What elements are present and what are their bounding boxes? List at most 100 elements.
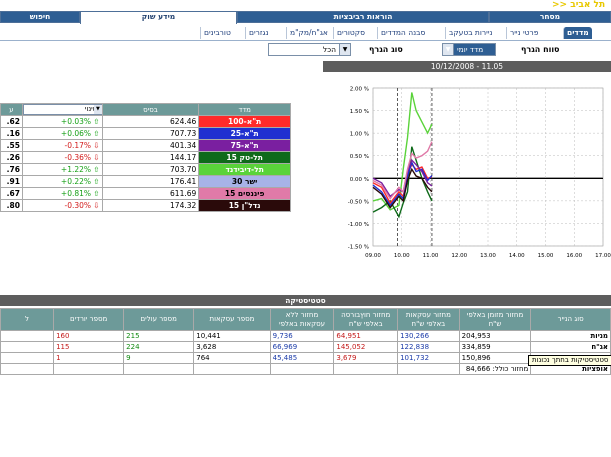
- stats-cell: [0, 363, 55, 375]
- index-row[interactable]: .55 -0.17% ⇩ 401.34 ת"א-75: [0, 139, 291, 152]
- stats-cell: 9,736: [269, 330, 335, 342]
- subtab-warrants[interactable]: טורבינים: [200, 27, 234, 39]
- index-base: 144.17: [101, 151, 200, 164]
- index-row[interactable]: .91 +0.22% ⇧ 176.41 ישר 30: [0, 175, 291, 188]
- x-tick-label: 15.00: [538, 253, 554, 259]
- change-value: -0.36%: [64, 153, 92, 162]
- subtab-security-details[interactable]: פרטי נייר: [506, 27, 541, 39]
- x-tick-label: 09.00: [365, 253, 381, 259]
- stats-row: 115 224 3,628 66,969 145,052 122,838 334,859 אג…: [0, 341, 611, 353]
- stats-cell: 101,732: [397, 352, 460, 364]
- index-row[interactable]: .16 +0.06% ⇧ 707.73 ת"א-25: [0, 127, 291, 140]
- y-tick-label: 0.50 %: [350, 154, 369, 160]
- intraday-chart: 2.00 % 1.50 % 1.00 % 0.50 % 0.00 % -0.50 % -1.…: [348, 87, 611, 260]
- index-change: +0.03% ⇧: [21, 115, 103, 128]
- stats-cell: 224: [123, 341, 195, 353]
- index-change: -0.17% ⇩: [21, 139, 103, 152]
- stats-col-header: מחזור חוץבורסה באלפי ש"ח: [333, 308, 399, 331]
- index-name[interactable]: תל-דיבידנד: [198, 163, 291, 176]
- x-tick-label: 16.00: [566, 253, 582, 259]
- stats-cell: 160: [53, 330, 125, 342]
- date-bar: 10/12/2008 - 11.05: [323, 61, 611, 72]
- arrow-up-icon: ⇧: [93, 117, 100, 126]
- y-tick-label: 2.00 %: [350, 87, 369, 93]
- subtab-indices[interactable]: מדדים: [563, 27, 592, 39]
- tab-market-info[interactable]: מידע שוק: [80, 11, 237, 24]
- stats-col-header: סוג הנייר: [530, 308, 611, 331]
- stats-cell: 764: [193, 352, 271, 364]
- col-extra: ע: [0, 103, 23, 116]
- x-tick-label: 17.00: [595, 253, 611, 259]
- index-change: -0.36% ⇩: [21, 151, 103, 164]
- y-tick-label: -1.00 %: [348, 222, 369, 228]
- tab-label: הוראות רביבציות: [333, 12, 393, 21]
- index-change: +0.06% ⇧: [21, 127, 103, 140]
- graph-type-value: הכל: [322, 45, 336, 54]
- stats-cell: [0, 330, 55, 342]
- index-name[interactable]: נדל"ן 15: [198, 199, 291, 212]
- stats-col-header: מספר עסקאות: [193, 308, 271, 331]
- stats-row: 1976445,4853,679101,732150,896מק"מ: [0, 352, 611, 364]
- subtab-index-weights[interactable]: סבנה המדדים: [377, 27, 428, 39]
- index-name[interactable]: ת"א-25: [198, 127, 291, 140]
- stats-cell: 115: [53, 341, 125, 353]
- index-change: -0.30% ⇩: [21, 199, 103, 212]
- stats-col-header: מספר עולים: [123, 308, 195, 331]
- y-tick-label: 0.00 %: [350, 177, 369, 183]
- index-row[interactable]: .67 +0.81% ⇧ 611.69 פיננסים 15: [0, 187, 291, 200]
- index-change: +0.22% ⇧: [21, 175, 103, 188]
- subtab-derivatives[interactable]: נגזרים: [245, 27, 272, 39]
- change-value: +1.22%: [60, 165, 92, 174]
- y-tick-label: 1.50 %: [350, 109, 369, 115]
- arrow-up-icon: ⇧: [93, 177, 100, 186]
- stats-cell: מחזור כולל: 84,666: [458, 363, 532, 375]
- index-extra: .76: [0, 163, 23, 176]
- index-table: ע שינוי ▼ בסיס מדד .62 +0.03% ⇧ 624.46 ת"א-…: [0, 103, 291, 212]
- stats-cell: 9: [123, 352, 195, 364]
- tab-label: חיפוש: [29, 12, 51, 21]
- tab-instructions[interactable]: הוראות רביבציות: [237, 11, 489, 23]
- chevron-down-icon: ▼: [443, 44, 454, 55]
- stats-cell: 10,441: [193, 330, 271, 342]
- index-change: +1.22% ⇧: [21, 163, 103, 176]
- index-row[interactable]: .80 -0.30% ⇩ 174.32 נדל"ן 15: [0, 199, 291, 212]
- tab-search[interactable]: חיפוש: [0, 11, 80, 23]
- stats-table: ל מספר יורדים מספר עולים מספר עסקאות מחזור ל…: [0, 308, 611, 375]
- col-base: בסיס: [101, 103, 200, 116]
- graph-type-select[interactable]: ▼ הכל: [268, 43, 351, 56]
- index-row[interactable]: .26 -0.36% ⇩ 144.17 תל-טק 15: [0, 151, 291, 164]
- change-select[interactable]: שינוי ▼: [21, 103, 103, 116]
- stats-cell: [269, 363, 335, 375]
- subtab-followed[interactable]: ניירות בטעקב: [445, 27, 496, 39]
- subtab-sectors[interactable]: סקטורים: [333, 27, 368, 39]
- index-type-select[interactable]: ▼ מדד יומי: [442, 43, 496, 56]
- index-name[interactable]: פיננסים 15: [198, 187, 291, 200]
- index-name[interactable]: ת"א-100: [198, 115, 291, 128]
- index-base: 703.70: [101, 163, 200, 176]
- index-base: 624.46: [101, 115, 200, 128]
- index-name[interactable]: ישר 30: [198, 175, 291, 188]
- stats-cell: 145,052: [333, 341, 399, 353]
- tab-label: מסחר: [539, 12, 561, 21]
- stats-cell: 150,896: [458, 352, 532, 364]
- graph-type-label: סוג הגרף: [369, 45, 403, 54]
- index-row[interactable]: .62 +0.03% ⇧ 624.46 ת"א-100: [0, 115, 291, 128]
- y-tick-label: -0.50 %: [348, 199, 369, 205]
- change-value: +0.22%: [60, 177, 92, 186]
- x-tick-label: 13.00: [480, 253, 496, 259]
- stats-table-header: ל מספר יורדים מספר עולים מספר עסקאות מחזור ל…: [0, 308, 611, 331]
- index-extra: .80: [0, 199, 23, 212]
- stats-cell: 64,951: [333, 330, 399, 342]
- arrow-down-icon: ⇩: [93, 153, 100, 162]
- stats-cell: [193, 363, 271, 375]
- arrow-down-icon: ⇩: [93, 201, 100, 210]
- index-name[interactable]: תל-טק 15: [198, 151, 291, 164]
- stats-row-label: אג"ח: [530, 341, 611, 353]
- index-extra: .16: [0, 127, 23, 140]
- subtab-bonds[interactable]: אג"ח/מק"מ: [286, 27, 331, 39]
- stats-cell: [53, 363, 125, 375]
- index-name[interactable]: ת"א-75: [198, 139, 291, 152]
- tab-trade[interactable]: מסחר: [489, 11, 611, 23]
- index-row[interactable]: .76 +1.22% ⇧ 703.70 תל-דיבידנד: [0, 163, 291, 176]
- index-extra: .26: [0, 151, 23, 164]
